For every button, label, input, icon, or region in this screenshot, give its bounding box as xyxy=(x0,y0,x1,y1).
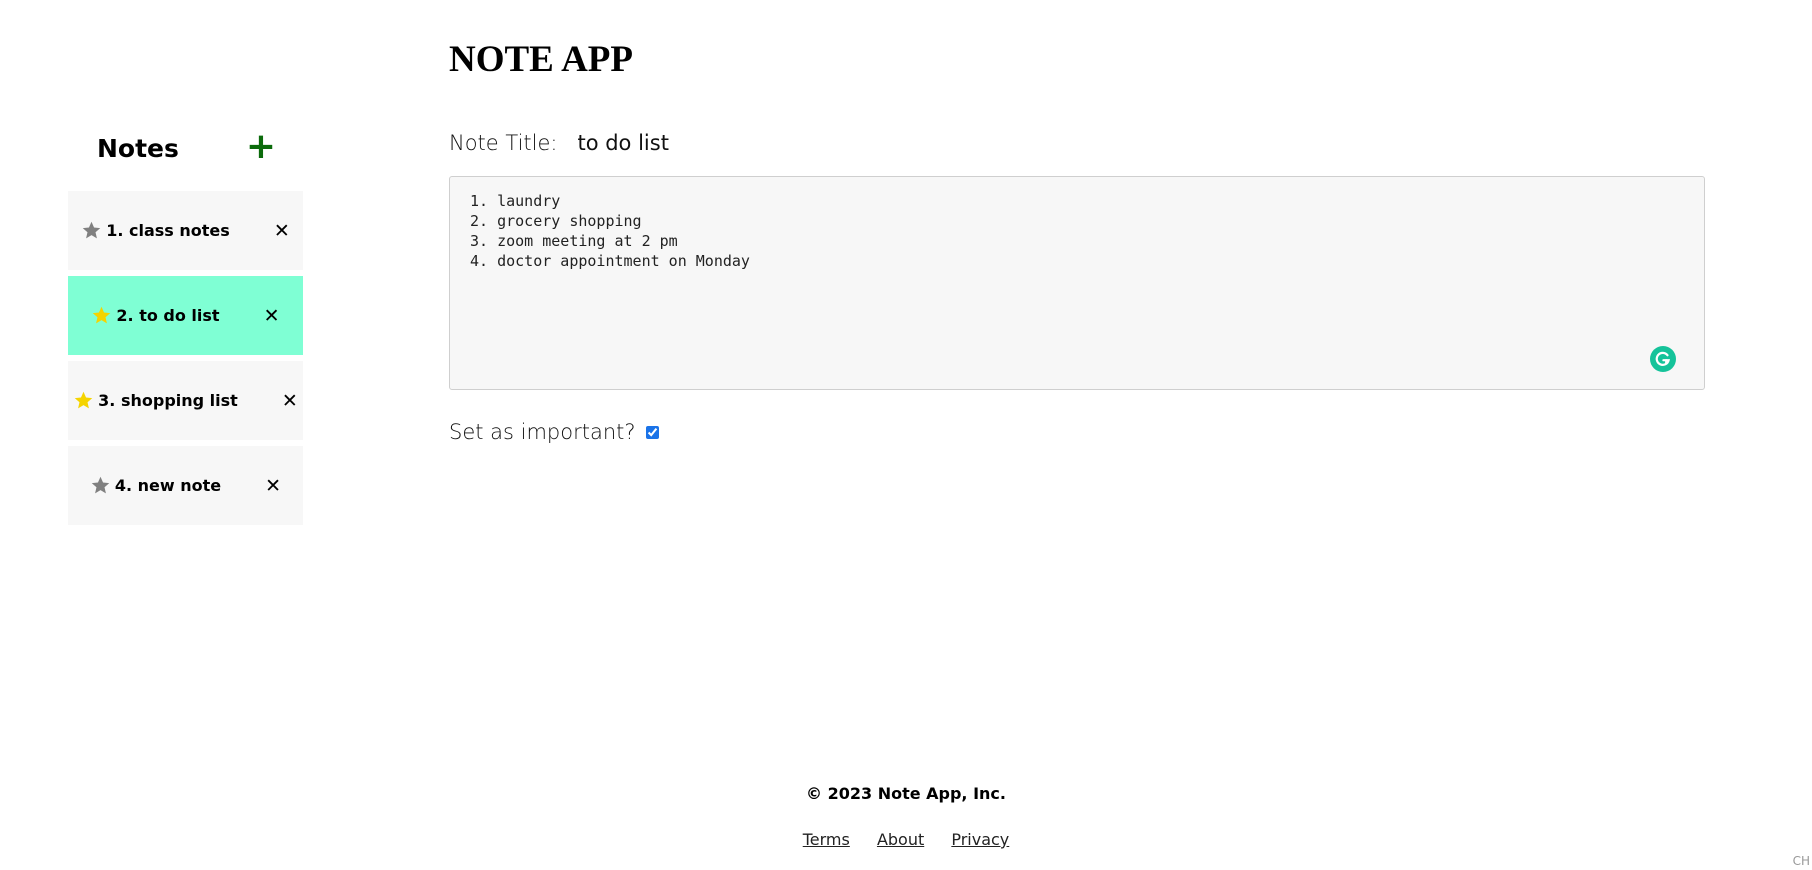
footer-links: Terms About Privacy xyxy=(0,830,1812,849)
star-icon[interactable] xyxy=(73,390,94,411)
star-icon[interactable] xyxy=(90,475,111,496)
note-body-textarea[interactable]: 1. laundry 2. grocery shopping 3. zoom m… xyxy=(449,176,1705,390)
note-title-label: Note Title: xyxy=(449,131,558,155)
star-icon[interactable] xyxy=(91,305,112,326)
star-icon[interactable] xyxy=(81,220,102,241)
note-item-class-notes[interactable]: 1. class notes ✕ xyxy=(68,191,303,270)
note-item-shopping-list[interactable]: 3. shopping list ✕ xyxy=(68,361,303,440)
delete-icon[interactable]: ✕ xyxy=(265,475,281,497)
note-label: 2. to do list xyxy=(116,306,220,325)
footer-copyright: © 2023 Note App, Inc. xyxy=(806,784,1006,803)
add-note-button[interactable]: + xyxy=(245,128,277,166)
app-title: NOTE APP xyxy=(449,39,633,80)
footer-link-terms[interactable]: Terms xyxy=(803,830,850,849)
corner-mark: CH xyxy=(1792,854,1810,868)
footer-link-privacy[interactable]: Privacy xyxy=(951,830,1009,849)
note-item-new-note[interactable]: 4. new note ✕ xyxy=(68,446,303,525)
note-label: 1. class notes xyxy=(106,221,230,240)
delete-icon[interactable]: ✕ xyxy=(282,390,298,412)
footer-link-about[interactable]: About xyxy=(877,830,924,849)
delete-icon[interactable]: ✕ xyxy=(264,305,280,327)
sidebar-header: Notes + xyxy=(97,128,277,170)
note-label: 4. new note xyxy=(114,476,222,495)
important-checkbox[interactable] xyxy=(645,425,659,439)
sidebar-title: Notes xyxy=(97,134,179,163)
note-list: 1. class notes ✕ 2. to do list ✕ 3. shop… xyxy=(68,191,303,531)
note-title-row: Note Title: xyxy=(449,131,888,155)
page: Notes + 1. class notes ✕ 2. to do list ✕ xyxy=(0,0,1812,870)
note-label: 3. shopping list xyxy=(98,391,238,410)
note-title-input[interactable] xyxy=(567,131,888,155)
note-item-to-do-list[interactable]: 2. to do list ✕ xyxy=(68,276,303,355)
important-row: Set as important? xyxy=(449,420,662,444)
important-label: Set as important? xyxy=(449,420,636,444)
grammarly-icon[interactable] xyxy=(1650,346,1676,372)
delete-icon[interactable]: ✕ xyxy=(274,220,290,242)
